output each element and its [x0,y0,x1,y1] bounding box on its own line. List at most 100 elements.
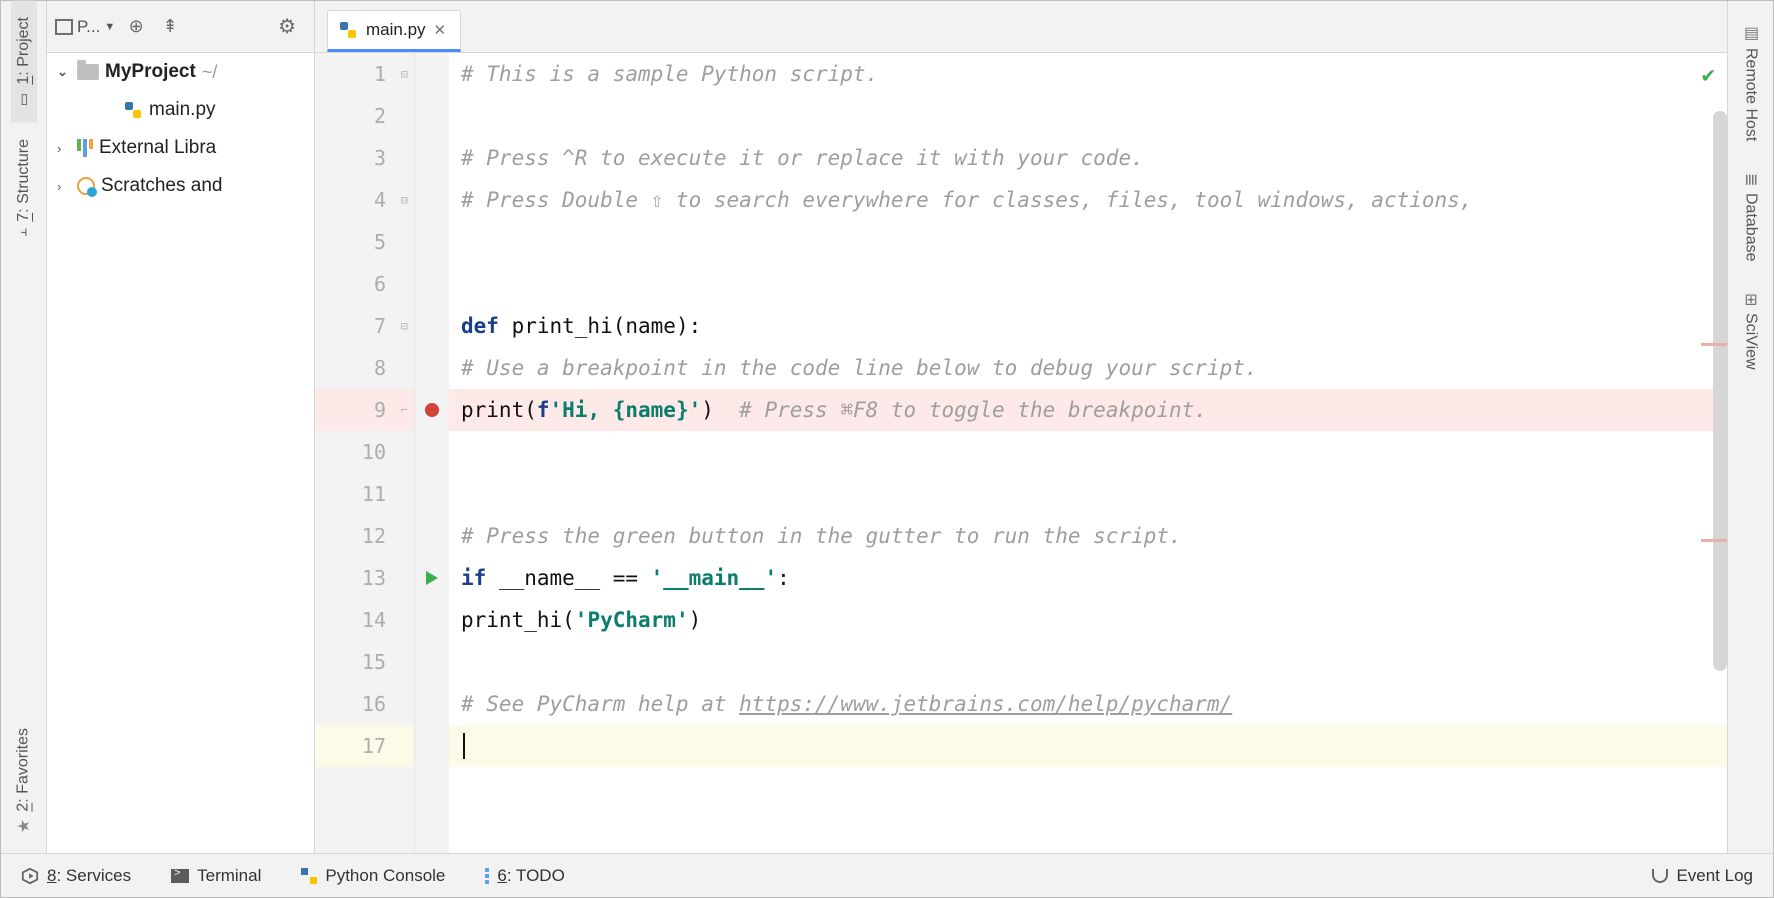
lineno: 17 [362,734,386,758]
tree-file-label: main.py [149,99,216,121]
run-gutter-icon[interactable] [426,571,438,585]
code-line: # This is a sample Python script. [461,62,878,86]
lineno: 3 [374,146,386,170]
status-bar: 8: Services Terminal Python Console 6: T… [1,853,1773,897]
window-icon [55,19,73,35]
services-icon [21,867,39,885]
toolbar: P... ▼ ⊕ ⇞ ⚙ main.py ✕ [47,1,1727,53]
lineno: 1 [374,62,386,86]
code-token: print_hi(name): [512,314,702,338]
marker-gutter[interactable] [415,53,449,853]
rail-project-label: 1 [15,76,32,85]
code-token: ) [701,398,714,422]
chevron-right-icon[interactable]: › [57,179,71,194]
rail-tab-sciview[interactable]: ⊞ SciView [1737,279,1764,383]
code-line: # Press ^R to execute it or replace it w… [461,146,1144,170]
statusbar-label: Event Log [1676,866,1753,886]
code-token: '__main__' [651,566,777,590]
terminal-icon [171,869,189,883]
code-line: # Press Double ⇧ to search everywhere fo… [461,188,1472,212]
code-token: 'PyCharm' [575,608,689,632]
lineno: 16 [362,692,386,716]
code-line: # Use a breakpoint in the code line belo… [461,356,1258,380]
lineno: 14 [362,608,386,632]
editor-tab-main[interactable]: main.py ✕ [327,10,461,52]
statusbar-terminal[interactable]: Terminal [171,866,261,886]
fold-icon[interactable]: ⊟ [401,319,408,333]
tree-scratches-label: Scratches and [101,175,222,197]
rail-tab-favorites[interactable]: ★ 2: Favorites [10,712,37,853]
collapse-icon[interactable]: ⇞ [157,14,183,40]
statusbar-todo[interactable]: 6: TODO [485,866,564,886]
code-token: 'Hi, {name}' [550,398,702,422]
code-line: # Press the green button in the gutter t… [461,524,1182,548]
chevron-down-icon[interactable]: ⌄ [57,64,71,80]
code-token: # Press ⌘F8 to toggle the breakpoint. [714,398,1207,422]
rail-tab-project[interactable]: ▭ 1: Project [11,1,37,123]
left-tool-rail: ▭ 1: Project ⫞ 7: Structure ★ 2: Favorit… [1,1,47,853]
statusbar-python-console[interactable]: Python Console [301,866,445,886]
project-icon: ▭ [16,91,32,107]
statusbar-label: Python Console [325,866,445,886]
sciview-icon: ⊞ [1741,293,1760,306]
rail-label: Database [1742,193,1760,262]
lineno: 10 [362,440,386,464]
lineno: 6 [374,272,386,296]
lineno: 9 [374,398,386,422]
project-selector[interactable]: P... ▼ [55,17,115,37]
lineno: 8 [374,356,386,380]
tree-external-libraries[interactable]: › External Libra [47,129,314,167]
code-token: : [777,566,790,590]
tree-scratches[interactable]: › Scratches and [47,167,314,205]
folder-icon [77,64,99,80]
lineno: 7 [374,314,386,338]
editor-tab-label: main.py [366,20,426,40]
scratches-icon [77,177,95,195]
locate-icon[interactable]: ⊕ [123,14,149,40]
lineno: 11 [362,482,386,506]
tree-file-main[interactable]: main.py [47,91,314,129]
lineno: 2 [374,104,386,128]
chevron-right-icon[interactable]: › [57,141,71,156]
code-area[interactable]: # This is a sample Python script. # Pres… [449,53,1727,853]
python-file-icon [338,20,358,40]
tree-root[interactable]: ⌄ MyProject ~/ [47,53,314,91]
tree-external-label: External Libra [99,137,216,159]
line-gutter[interactable]: 1 ⊟ 2 3 4 ⊟ 5 6 7 ⊟ 8 9 ⌐ 10 11 12 13 14 [315,53,415,853]
vertical-scrollbar[interactable] [1713,111,1727,671]
lineno: 13 [362,566,386,590]
breakpoint-icon[interactable] [425,403,439,417]
event-log-icon [1652,869,1668,883]
inspection-ok-icon[interactable]: ✔ [1702,63,1715,88]
close-icon[interactable]: ✕ [434,21,447,39]
code-token: print_hi( [461,608,575,632]
lineno: 5 [374,230,386,254]
database-icon: ≣ [1741,173,1760,186]
todo-icon [485,868,489,884]
error-stripe-mark[interactable] [1701,539,1727,542]
rail-tab-database[interactable]: ≣ Database [1737,159,1764,275]
python-icon [301,868,317,884]
structure-icon: ⫞ [20,223,27,239]
library-icon [77,139,93,157]
rail-tab-structure[interactable]: ⫞ 7: Structure [11,123,37,251]
rail-label: Remote Host [1742,48,1760,141]
tree-root-label: MyProject [105,61,196,83]
gear-icon[interactable]: ⚙ [268,14,306,39]
fold-icon[interactable]: ⊟ [401,67,408,81]
statusbar-event-log[interactable]: Event Log [1652,866,1753,886]
fold-end-icon[interactable]: ⌐ [401,403,408,417]
code-url[interactable]: https://www.jetbrains.com/help/pycharm/ [739,692,1232,716]
code-token: __name__ == [499,566,651,590]
code-token: def [461,314,512,338]
lineno: 4 [374,188,386,212]
statusbar-services[interactable]: 8: Services [21,866,131,886]
lineno: 12 [362,524,386,548]
fold-icon[interactable]: ⊟ [401,193,408,207]
error-stripe-mark[interactable] [1701,343,1727,346]
code-editor[interactable]: 1 ⊟ 2 3 4 ⊟ 5 6 7 ⊟ 8 9 ⌐ 10 11 12 13 14 [315,53,1727,853]
chevron-down-icon: ▼ [104,21,115,33]
rail-tab-remote-host[interactable]: ▤ Remote Host [1737,9,1764,155]
project-tree[interactable]: ⌄ MyProject ~/ main.py › External Libra [47,53,315,853]
right-tool-rail: ▤ Remote Host ≣ Database ⊞ SciView [1727,1,1773,853]
